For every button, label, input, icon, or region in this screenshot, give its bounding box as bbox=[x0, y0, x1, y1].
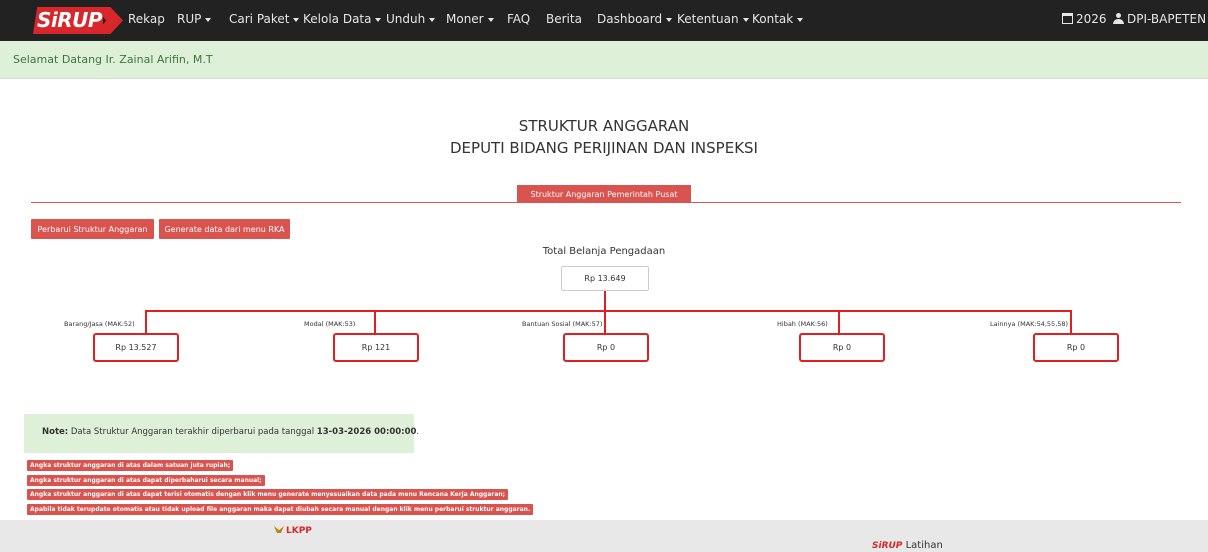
nav-rup[interactable]: RUP bbox=[177, 12, 212, 26]
generate-rka-button[interactable]: Generate data dari menu RKA bbox=[159, 219, 290, 239]
category-value-lainnya: Rp 0 bbox=[1033, 333, 1119, 362]
category-label-bantuan-sosial: Bantuan Sosial (MAK:57) bbox=[522, 320, 603, 328]
nav-unduh[interactable]: Unduh bbox=[386, 12, 436, 26]
tree-leg-line bbox=[374, 310, 376, 333]
warning-label: Angka struktur anggaran di atas dalam sa… bbox=[27, 460, 234, 471]
chevron-down-icon bbox=[429, 17, 436, 22]
user-label: DPI-BAPETEN bbox=[1127, 12, 1207, 26]
sirup-logo[interactable]: SiRUP bbox=[33, 7, 123, 34]
nav-faq-label: FAQ bbox=[507, 12, 531, 26]
warning-label: Angka struktur anggaran di atas dapat te… bbox=[27, 489, 509, 500]
warning-label: Apabila tidak terupdate otomatis atau ti… bbox=[27, 504, 534, 515]
nav-kontak-label: Kontak bbox=[752, 12, 794, 26]
nav-berita[interactable]: Berita bbox=[546, 12, 582, 26]
tab-struktur-anggaran-pusat[interactable]: Struktur Anggaran Pemerintah Pusat bbox=[517, 185, 691, 203]
year-selector[interactable]: 2026 bbox=[1062, 12, 1107, 26]
nav-dashboard[interactable]: Dashboard bbox=[597, 12, 673, 26]
sirup-latihan-logo: SiRUP Latihan bbox=[872, 540, 943, 551]
nav-cari-paket-label: Cari Paket bbox=[229, 12, 290, 26]
nav-dashboard-label: Dashboard bbox=[597, 12, 663, 26]
tree-leg-line bbox=[145, 310, 147, 333]
note-suffix: . bbox=[416, 427, 420, 437]
user-icon bbox=[1113, 13, 1124, 24]
year-label: 2026 bbox=[1076, 12, 1107, 26]
nav-kelola-data[interactable]: Kelola Data bbox=[303, 12, 382, 26]
category-value-modal: Rp 121 bbox=[333, 333, 419, 362]
garuda-icon bbox=[274, 526, 284, 533]
update-note: Note: Data Struktur Anggaran terakhir di… bbox=[24, 414, 419, 453]
user-menu[interactable]: DPI-BAPETEN bbox=[1113, 12, 1208, 26]
tree-leg-line bbox=[604, 310, 606, 333]
lkpp-logo: LKPP bbox=[274, 526, 312, 536]
nav-berita-label: Berita bbox=[546, 12, 582, 26]
note-text: Data Struktur Anggaran terakhir diperbar… bbox=[68, 427, 317, 437]
nav-unduh-label: Unduh bbox=[386, 12, 426, 26]
nav-rup-label: RUP bbox=[177, 12, 202, 26]
tree-leg-line bbox=[1070, 310, 1072, 333]
category-label-modal: Modal (MAK:53) bbox=[304, 320, 356, 328]
nav-faq[interactable]: FAQ bbox=[507, 12, 530, 26]
nav-ketentuan[interactable]: Ketentuan bbox=[677, 12, 749, 26]
welcome-bar: Selamat Datang Ir. Zainal Arifin, M.T bbox=[0, 41, 1208, 79]
nav-kelola-data-label: Kelola Data bbox=[303, 12, 372, 26]
chevron-down-icon bbox=[205, 17, 212, 22]
chevron-down-icon bbox=[742, 17, 749, 22]
chevron-down-icon bbox=[375, 17, 382, 22]
note-date: 13-03-2026 00:00:00 bbox=[316, 427, 417, 437]
tree-branch-line bbox=[147, 310, 1071, 312]
chevron-down-icon bbox=[293, 17, 300, 22]
nav-cari-paket[interactable]: Cari Paket bbox=[229, 12, 300, 26]
nav-ketentuan-label: Ketentuan bbox=[677, 12, 739, 26]
tree-leg-line bbox=[838, 310, 840, 333]
tree-trunk-line bbox=[604, 291, 606, 311]
category-label-lainnya: Lainnya (MAK:54,55,58) bbox=[990, 320, 1069, 328]
category-value-bantuan-sosial: Rp 0 bbox=[563, 333, 649, 362]
total-value-box: Rp 13.649 bbox=[561, 266, 649, 291]
nav-kontak[interactable]: Kontak bbox=[752, 12, 804, 26]
page-title: STRUKTUR ANGGARAN bbox=[518, 117, 690, 135]
logo-text: SiRUP bbox=[37, 8, 103, 32]
nav-moner[interactable]: Moner bbox=[446, 12, 494, 26]
category-label-hibah: Hibah (MAK:56) bbox=[777, 320, 828, 328]
total-label: Total Belanja Pengadaan bbox=[542, 246, 666, 257]
warning-label: Angka struktur anggaran di atas dapat di… bbox=[27, 475, 265, 486]
nav-moner-label: Moner bbox=[446, 12, 484, 26]
latihan-text: Latihan bbox=[905, 540, 943, 551]
chevron-down-icon bbox=[797, 17, 804, 22]
page-subtitle: DEPUTI BIDANG PERIJINAN DAN INSPEKSI bbox=[450, 139, 758, 157]
chevron-down-icon bbox=[666, 17, 673, 22]
chevron-down-icon bbox=[487, 17, 494, 22]
category-value-hibah: Rp 0 bbox=[799, 333, 885, 362]
lkpp-text: LKPP bbox=[286, 526, 312, 536]
category-value-barang-jasa: Rp 13.527 bbox=[93, 333, 179, 362]
update-budget-button[interactable]: Perbarui Struktur Anggaran bbox=[31, 219, 154, 239]
top-navbar: SiRUP Rekap RUP Cari Paket Kelola Data U… bbox=[0, 0, 1208, 41]
sirup-mini-logo: SiRUP bbox=[872, 541, 903, 551]
footer: LKPP SiRUP Latihan bbox=[0, 520, 1208, 552]
welcome-text: Selamat Datang Ir. Zainal Arifin, M.T bbox=[13, 53, 213, 66]
nav-rekap-label: Rekap bbox=[128, 12, 165, 26]
note-prefix: Note: bbox=[42, 427, 69, 437]
nav-rekap[interactable]: Rekap bbox=[128, 12, 165, 26]
category-label-barang-jasa: Barang/Jasa (MAK:52) bbox=[64, 320, 135, 328]
calendar-icon bbox=[1062, 13, 1073, 24]
